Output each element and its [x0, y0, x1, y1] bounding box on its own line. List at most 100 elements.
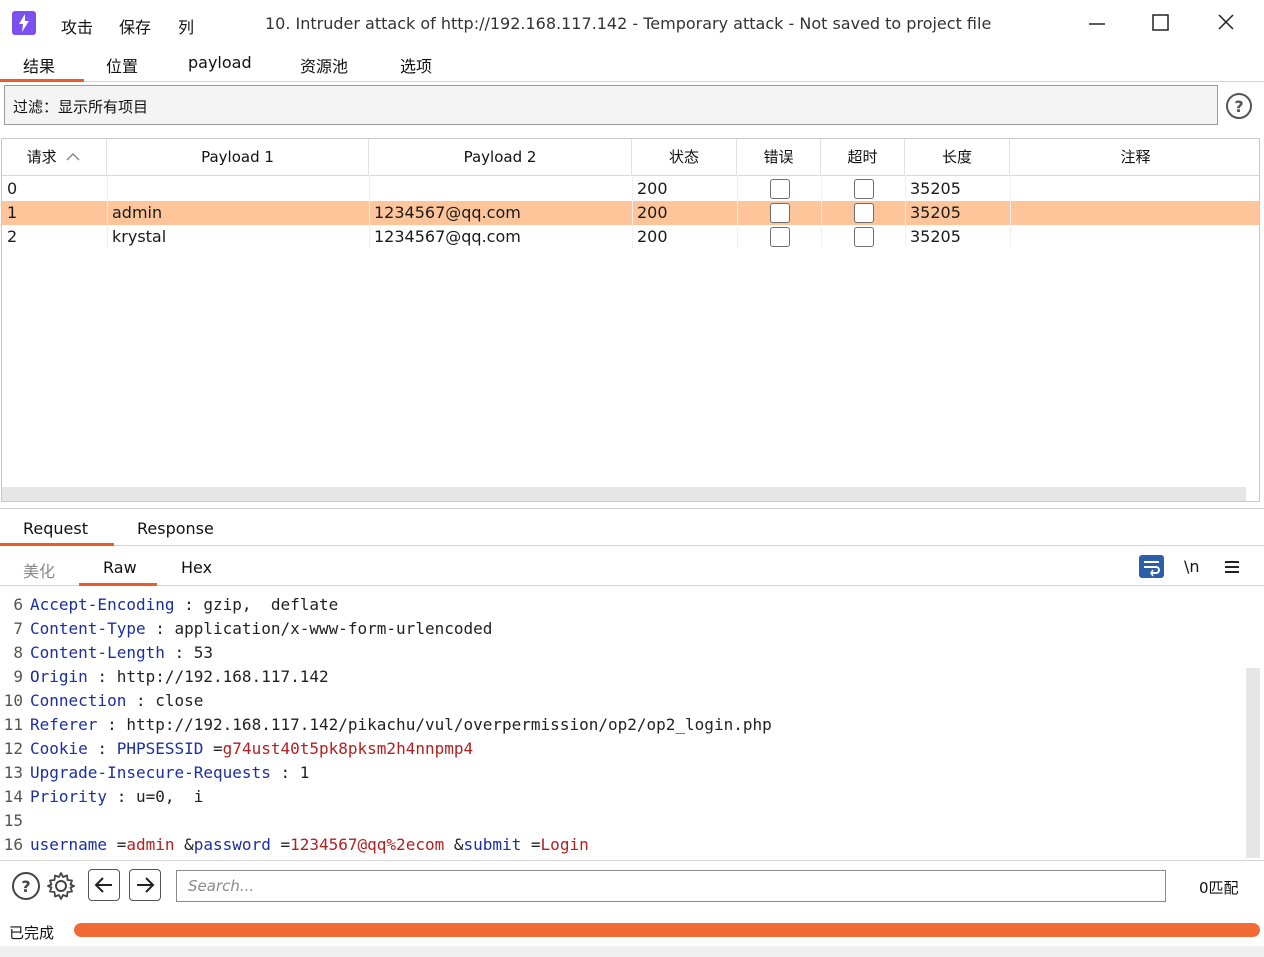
menu-attack[interactable]: 攻击	[61, 14, 93, 38]
param-value: admin	[126, 835, 175, 854]
menu-save[interactable]: 保存	[119, 14, 151, 38]
window-bottom-edge	[0, 946, 1264, 957]
tab-pretty[interactable]: 美化	[23, 558, 55, 582]
arrow-right-icon	[137, 877, 155, 893]
tab-options[interactable]: 选项	[400, 53, 432, 77]
maximize-icon[interactable]	[1147, 10, 1175, 36]
line-number: 12	[3, 739, 23, 758]
line-number: 15	[3, 811, 23, 830]
menu-icon[interactable]	[1224, 559, 1240, 579]
status-text: 已完成	[9, 924, 55, 942]
tab-results[interactable]: 结果	[23, 53, 55, 77]
code-line: 16 username =admin &password =1234567@qq%…	[0, 833, 589, 857]
cell-length: 35205	[910, 227, 961, 246]
error-checkbox[interactable]	[770, 179, 790, 199]
request-editor[interactable]: 6 Accept-Encoding : gzip, deflate 7 Content…	[0, 587, 1246, 859]
word-wrap-icon[interactable]	[1139, 555, 1164, 582]
close-icon[interactable]	[1212, 10, 1240, 36]
settings-gear-icon[interactable]	[45, 870, 77, 902]
column-header-comment[interactable]: 注释	[1010, 139, 1259, 176]
vertical-scrollbar[interactable]	[1246, 668, 1260, 858]
header-value: : 53	[164, 643, 214, 662]
table-row[interactable]: 1 admin 1234567@qq.com 200 35205	[2, 201, 1259, 225]
column-header-status[interactable]: 状态	[632, 139, 737, 176]
column-divider	[905, 176, 906, 248]
header-key: Content-Length	[30, 643, 165, 662]
results-table: 请求 Payload 1 Payload 2 状态 错误 超时 长度 注释 0 2…	[1, 138, 1260, 502]
menu-columns[interactable]: 列	[178, 14, 194, 38]
line-number: 8	[13, 643, 23, 662]
timeout-checkbox[interactable]	[854, 203, 874, 223]
table-row[interactable]: 0 200 35205	[2, 177, 1259, 201]
show-newlines-toggle[interactable]: \n	[1184, 557, 1200, 576]
main-tab-bar: 结果 位置 payload 资源池 选项	[0, 46, 1264, 82]
code-line: 10 Connection : close	[0, 689, 204, 713]
header-key: submit	[463, 835, 522, 854]
filter-bar[interactable]: 过滤：显示所有项目	[4, 85, 1218, 125]
header-key: PHPSESSID	[116, 739, 204, 758]
tab-response[interactable]: Response	[137, 519, 214, 538]
error-checkbox[interactable]	[770, 227, 790, 247]
column-header-payload1[interactable]: Payload 1	[107, 139, 369, 176]
header-value: : gzip, deflate	[174, 595, 339, 614]
tab-payloads[interactable]: payload	[188, 53, 252, 72]
column-header-error[interactable]: 错误	[737, 139, 821, 176]
cell-status: 200	[637, 227, 668, 246]
active-message-tab-indicator	[0, 543, 114, 546]
code-line: 8 Content-Length : 53	[0, 641, 213, 665]
match-count: 0匹配	[1199, 879, 1239, 897]
tab-hex[interactable]: Hex	[181, 558, 212, 577]
cell-payload1: admin	[112, 203, 163, 222]
line-number: 6	[13, 595, 23, 614]
line-number: 13	[3, 763, 23, 782]
next-match-button[interactable]	[129, 869, 161, 901]
sort-ascending-icon	[66, 152, 80, 161]
header-value: =	[270, 835, 291, 854]
header-key: password	[193, 835, 271, 854]
cell-payload2: 1234567@qq.com	[374, 227, 521, 246]
line-number: 11	[3, 715, 23, 734]
code-line: 12 Cookie : PHPSESSID =g74ust40t5pk8pksm2…	[0, 737, 473, 761]
cell-status: 200	[637, 203, 668, 222]
svg-text:?: ?	[1234, 97, 1243, 116]
search-input[interactable]	[176, 870, 1166, 902]
progress-bar	[74, 923, 1260, 937]
error-checkbox[interactable]	[770, 203, 790, 223]
column-header-payload2[interactable]: Payload 2	[369, 139, 632, 176]
column-header-request[interactable]: 请求	[2, 139, 107, 176]
horizontal-scrollbar[interactable]	[2, 487, 1246, 501]
code-line: 11 Referer : http://192.168.117.142/pikac…	[0, 713, 772, 737]
timeout-checkbox[interactable]	[854, 179, 874, 199]
header-value: =	[203, 739, 223, 758]
search-help-icon[interactable]: ?	[10, 870, 42, 902]
tab-positions[interactable]: 位置	[106, 53, 138, 77]
minimize-icon[interactable]	[1083, 10, 1111, 36]
progress-fill	[74, 923, 1260, 937]
line-number: 9	[13, 667, 23, 686]
help-icon[interactable]: ?	[1225, 92, 1253, 120]
code-line: 7 Content-Type : application/x-www-form-u…	[0, 617, 492, 641]
column-header-length[interactable]: 长度	[905, 139, 1010, 176]
header-key: Accept-Encoding	[30, 595, 175, 614]
cell-length: 35205	[910, 203, 961, 222]
arrow-left-icon	[94, 877, 112, 893]
tab-resource-pool[interactable]: 资源池	[300, 53, 348, 77]
view-tab-bar: 美化 Raw Hex	[0, 548, 1264, 586]
header-key: Priority	[30, 787, 108, 806]
column-header-timeout[interactable]: 超时	[821, 139, 905, 176]
header-value: &	[444, 835, 464, 854]
title-bar: 攻击 保存 列 10. Intruder attack of http://19…	[0, 0, 1264, 46]
param-value: g74ust40t5pk8pksm2h4nnpmp4	[222, 739, 474, 758]
column-divider	[1010, 176, 1011, 248]
previous-match-button[interactable]	[88, 869, 120, 901]
code-line: 14 Priority : u=0, i	[0, 785, 204, 809]
line-number: 14	[3, 787, 23, 806]
code-line: 9 Origin : http://192.168.117.142	[0, 665, 328, 689]
tab-request[interactable]: Request	[23, 519, 88, 538]
line-number: 16	[3, 835, 23, 854]
table-row[interactable]: 2 krystal 1234567@qq.com 200 35205	[2, 225, 1259, 249]
header-key: Referer	[30, 715, 98, 734]
tab-raw[interactable]: Raw	[103, 558, 137, 577]
header-key: Connection	[30, 691, 127, 710]
timeout-checkbox[interactable]	[854, 227, 874, 247]
